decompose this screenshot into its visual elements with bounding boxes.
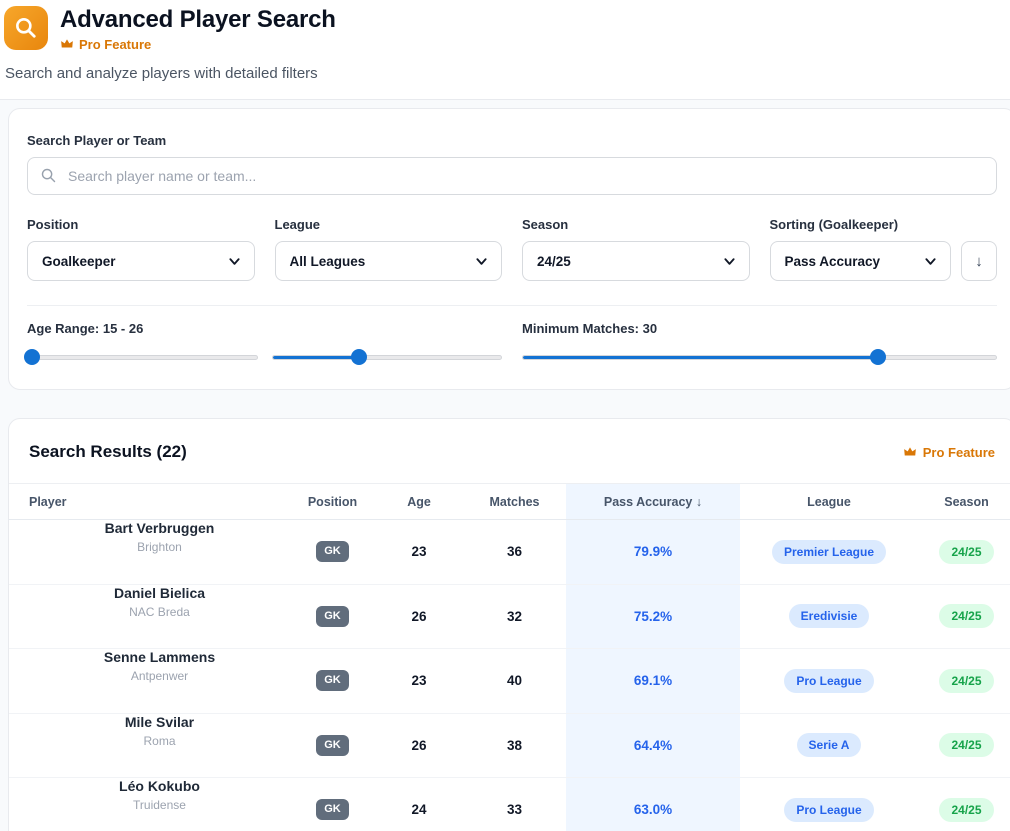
age-max-slider-thumb[interactable] (351, 349, 367, 365)
season-label: Season (522, 217, 750, 232)
matches-value: 40 (507, 673, 522, 688)
chevron-down-icon (924, 255, 937, 268)
position-badge: GK (316, 735, 349, 756)
crown-icon (60, 37, 74, 51)
column-header-pass-accuracy[interactable]: Pass Accuracy ↓ (566, 484, 740, 519)
age-min-slider-thumb[interactable] (24, 349, 40, 365)
page-header: Advanced Player Search Pro Feature Searc… (0, 0, 1010, 100)
magnifier-icon (13, 15, 39, 41)
league-badge: Premier League (772, 540, 886, 564)
search-input[interactable] (27, 157, 997, 195)
player-team: Truidense (133, 798, 186, 812)
column-header-position: Position (290, 484, 375, 519)
pro-feature-badge: Pro Feature (60, 37, 336, 52)
position-label: Position (27, 217, 255, 232)
search-label: Search Player or Team (27, 133, 997, 148)
search-icon (40, 167, 57, 189)
results-pro-badge: Pro Feature (903, 445, 995, 460)
player-name: Senne Lammens (104, 649, 215, 665)
position-badge: GK (316, 670, 349, 691)
age-min-slider[interactable] (27, 349, 258, 365)
table-row[interactable]: Senne Lammens Antpenwer GK 23 40 69.1% P… (9, 649, 1010, 714)
player-team: Roma (143, 734, 175, 748)
season-select[interactable]: 24/25 (522, 241, 750, 281)
age-value: 23 (411, 673, 426, 688)
column-header-player: Player (9, 484, 290, 519)
age-value: 24 (411, 802, 426, 817)
pass-accuracy-value: 63.0% (634, 802, 672, 817)
results-card: Search Results (22) Pro Feature Player P… (8, 418, 1010, 831)
matches-value: 36 (507, 544, 522, 559)
player-name: Mile Svilar (125, 714, 194, 730)
crown-icon (903, 445, 917, 459)
season-badge: 24/25 (939, 733, 993, 757)
matches-value: 33 (507, 802, 522, 817)
league-select-value: All Leagues (290, 254, 366, 269)
min-matches-slider-fill (523, 356, 878, 359)
season-select-value: 24/25 (537, 254, 571, 269)
results-table-header: Player Position Age Matches Pass Accurac… (9, 484, 1010, 520)
league-badge: Pro League (784, 669, 873, 693)
position-badge: GK (316, 606, 349, 627)
season-badge: 24/25 (939, 798, 993, 822)
chevron-down-icon (228, 255, 241, 268)
position-select[interactable]: Goalkeeper (27, 241, 255, 281)
player-team: NAC Breda (129, 605, 190, 619)
page-subtitle: Search and analyze players with detailed… (0, 52, 1010, 82)
age-value: 23 (411, 544, 426, 559)
age-max-slider-fill (273, 356, 360, 359)
league-badge: Eredivisie (789, 604, 870, 628)
min-matches-label: Minimum Matches: 30 (522, 321, 997, 336)
league-badge: Pro League (784, 798, 873, 822)
position-badge: GK (316, 541, 349, 562)
filter-card: Search Player or Team Position Goalkeepe… (8, 108, 1010, 390)
column-header-age: Age (375, 484, 463, 519)
sorting-select[interactable]: Pass Accuracy (770, 241, 952, 281)
results-title: Search Results (22) (29, 442, 187, 462)
sort-direction-button[interactable]: ↓ (961, 241, 997, 281)
age-value: 26 (411, 738, 426, 753)
pass-accuracy-value: 69.1% (634, 673, 672, 688)
league-select[interactable]: All Leagues (275, 241, 503, 281)
chevron-down-icon (475, 255, 488, 268)
table-row[interactable]: Daniel Bielica NAC Breda GK 26 32 75.2% … (9, 585, 1010, 650)
season-badge: 24/25 (939, 604, 993, 628)
league-badge: Serie A (797, 733, 862, 757)
player-name: Bart Verbruggen (105, 520, 215, 536)
chevron-down-icon (723, 255, 736, 268)
min-matches-slider[interactable] (522, 349, 997, 365)
player-team: Antpenwer (131, 669, 188, 683)
pro-feature-label: Pro Feature (79, 37, 151, 52)
player-team: Brighton (137, 540, 182, 554)
season-badge: 24/25 (939, 540, 993, 564)
page-title: Advanced Player Search (60, 6, 336, 34)
pass-accuracy-value: 64.4% (634, 738, 672, 753)
position-badge: GK (316, 799, 349, 820)
matches-value: 38 (507, 738, 522, 753)
table-row[interactable]: Mile Svilar Roma GK 26 38 64.4% Serie A … (9, 714, 1010, 779)
season-badge: 24/25 (939, 669, 993, 693)
position-select-value: Goalkeeper (42, 254, 116, 269)
league-label: League (275, 217, 503, 232)
app-search-icon (4, 6, 48, 50)
table-row[interactable]: Léo Kokubo Truidense GK 24 33 63.0% Pro … (9, 778, 1010, 831)
column-header-matches: Matches (463, 484, 566, 519)
matches-value: 32 (507, 609, 522, 624)
results-table-body: Bart Verbruggen Brighton GK 23 36 79.9% … (9, 520, 1010, 831)
pass-accuracy-value: 75.2% (634, 609, 672, 624)
sorting-label: Sorting (Goalkeeper) (770, 217, 998, 232)
pass-accuracy-value: 79.9% (634, 544, 672, 559)
age-range-label: Age Range: 15 - 26 (27, 321, 502, 336)
column-header-league: League (740, 484, 918, 519)
results-pro-label: Pro Feature (923, 445, 995, 460)
min-matches-slider-thumb[interactable] (870, 349, 886, 365)
age-value: 26 (411, 609, 426, 624)
player-name: Léo Kokubo (119, 778, 200, 794)
player-name: Daniel Bielica (114, 585, 205, 601)
column-header-season: Season (918, 484, 1010, 519)
sorting-select-value: Pass Accuracy (785, 254, 881, 269)
table-row[interactable]: Bart Verbruggen Brighton GK 23 36 79.9% … (9, 520, 1010, 585)
age-max-slider[interactable] (272, 349, 503, 365)
